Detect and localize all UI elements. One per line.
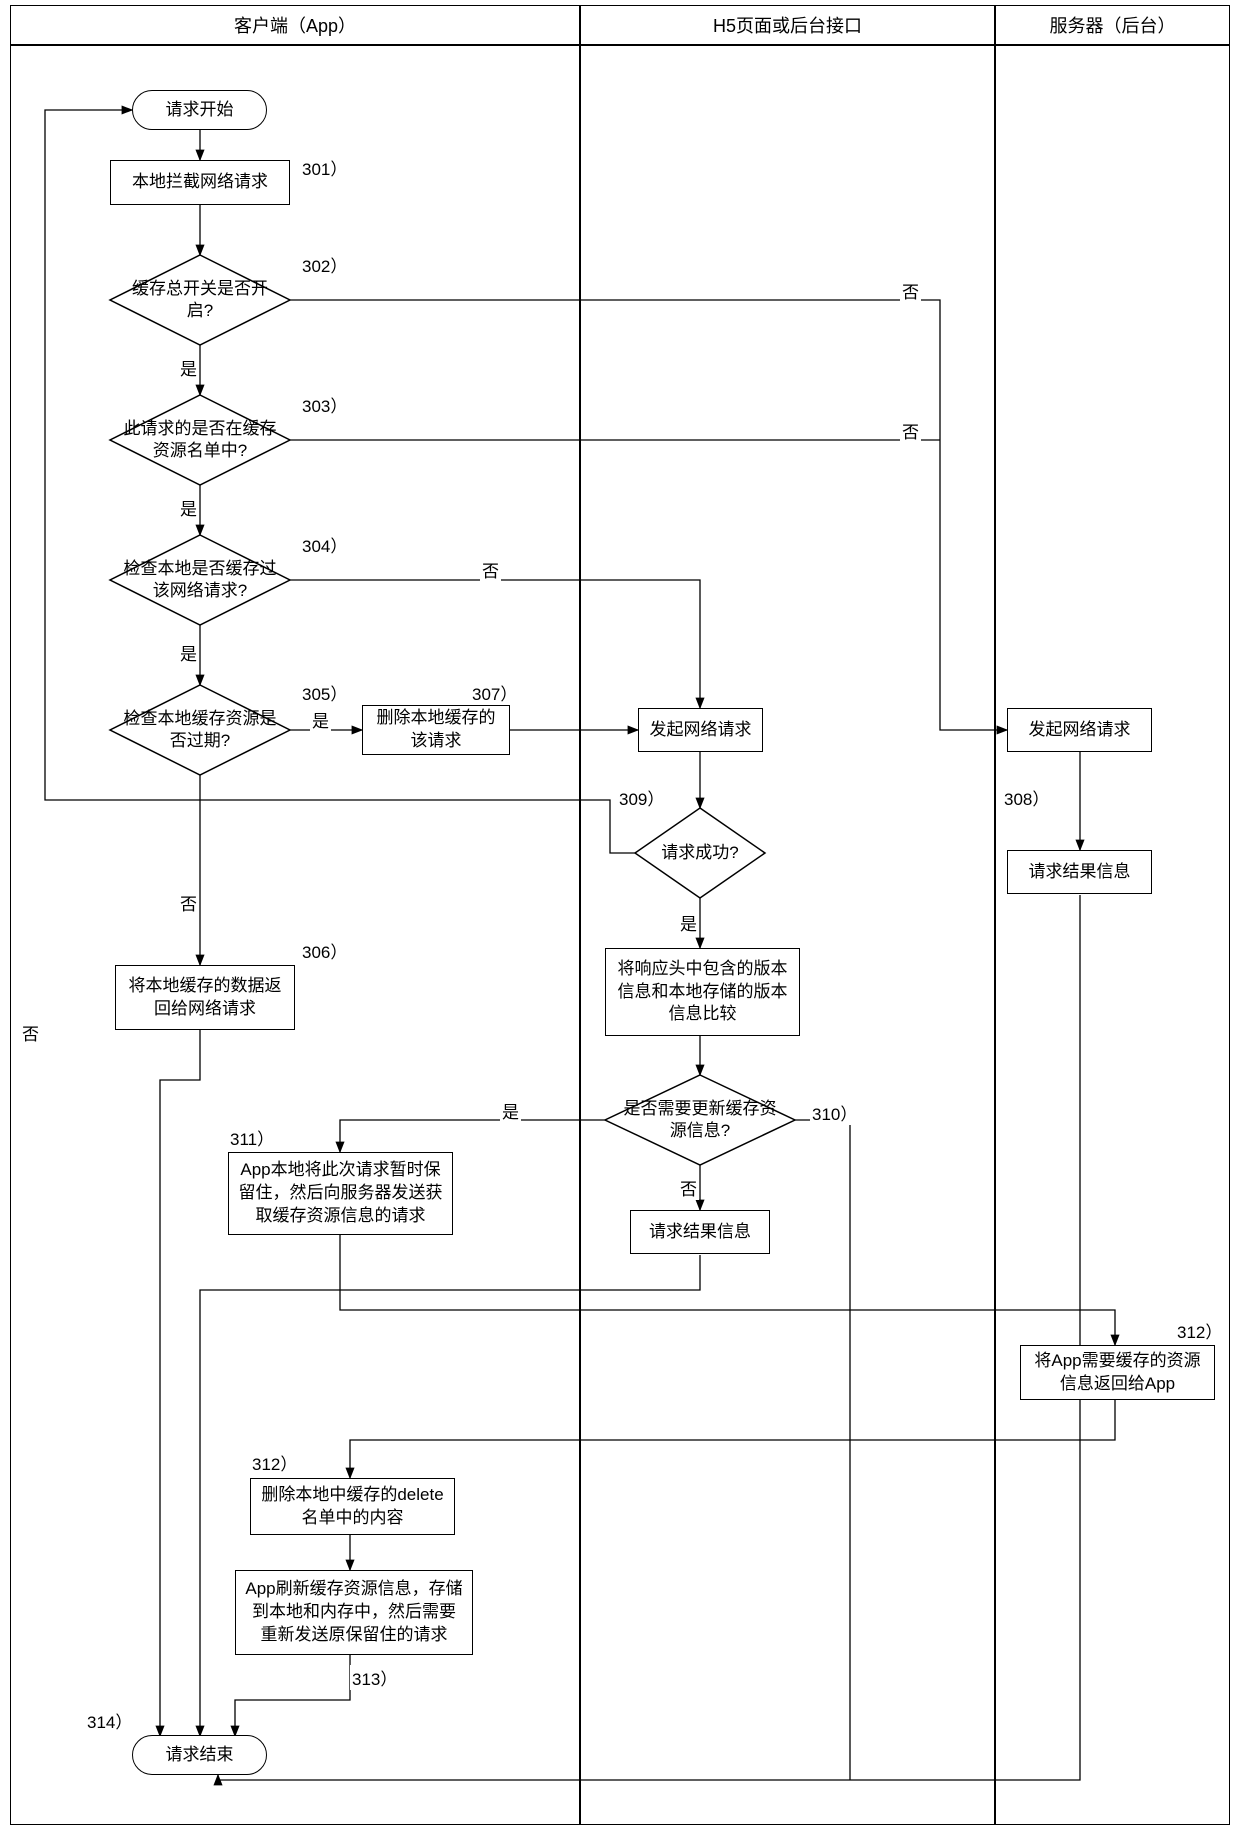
n306-text: 将本地缓存的数据返回给网络请求 — [124, 975, 286, 1021]
lane-header-h5: H5页面或后台接口 — [580, 5, 995, 45]
step-l3-result: 请求结果信息 — [1007, 850, 1152, 894]
lane-body-h5 — [580, 45, 995, 1825]
n302-text: 缓存总开关是否开启? — [110, 278, 290, 322]
step-label-312a: 312） — [1175, 1318, 1224, 1343]
decision-303: 此请求的是否在缓存资源名单中? — [110, 395, 290, 485]
n308-l3-result-text: 请求结果信息 — [1029, 861, 1131, 884]
n310-text: 是否需要更新缓存资源信息? — [605, 1098, 795, 1142]
edge-304-no: 否 — [480, 557, 501, 582]
step-label-309: 309） — [617, 785, 666, 810]
n308-l2-text: 发起网络请求 — [650, 719, 752, 742]
step-label-307: 307） — [470, 680, 519, 705]
edge-305-no: 否 — [178, 890, 199, 915]
ncompare-text: 将响应头中包含的版本信息和本地存储的版本信息比较 — [614, 958, 791, 1027]
terminator-end: 请求结束 — [132, 1735, 267, 1775]
n309-text: 请求成功? — [649, 842, 750, 864]
step-label-308: 308） — [1002, 785, 1051, 810]
n313-text: App刷新缓存资源信息，存储到本地和内存中，然后需要重新发送原保留住的请求 — [244, 1578, 464, 1647]
start-label: 请求开始 — [166, 99, 234, 122]
step-label-312b: 312） — [250, 1450, 299, 1475]
step-l3-request: 发起网络请求 — [1007, 708, 1152, 752]
edge-309-no: 否 — [20, 1020, 41, 1045]
n311-text: App本地将此次请求暂时保留住，然后向服务器发送获取缓存资源信息的请求 — [237, 1159, 444, 1228]
n303-text: 此请求的是否在缓存资源名单中? — [110, 418, 290, 462]
step-l2-request: 发起网络请求 — [638, 708, 763, 752]
step-312-server: 将App需要缓存的资源信息返回给App — [1020, 1345, 1215, 1400]
lane-server-label: 服务器（后台） — [1050, 12, 1176, 38]
step-label-306: 306） — [300, 938, 349, 963]
edge-303-no: 否 — [900, 418, 921, 443]
lane-body-client — [10, 45, 580, 1825]
decision-302: 缓存总开关是否开启? — [110, 255, 290, 345]
decision-304: 检查本地是否缓存过该网络请求? — [110, 535, 290, 625]
step-label-305: 305） — [300, 680, 349, 705]
edge-310-no: 否 — [678, 1175, 699, 1200]
step-compare: 将响应头中包含的版本信息和本地存储的版本信息比较 — [605, 948, 800, 1036]
step-301: 本地拦截网络请求 — [110, 160, 290, 205]
step-label-304: 304） — [300, 532, 349, 557]
n308-l3-text: 发起网络请求 — [1029, 719, 1131, 742]
edge-304-yes: 是 — [178, 640, 199, 665]
lane-header-client: 客户端（App） — [10, 5, 580, 45]
edge-302-yes: 是 — [178, 355, 199, 380]
edge-309-yes: 是 — [678, 910, 699, 935]
decision-309: 请求成功? — [635, 808, 765, 898]
step-313: App刷新缓存资源信息，存储到本地和内存中，然后需要重新发送原保留住的请求 — [235, 1570, 473, 1655]
step-label-303: 303） — [300, 392, 349, 417]
step-310-result: 请求结果信息 — [630, 1210, 770, 1254]
n307-text: 删除本地缓存的该请求 — [371, 707, 501, 753]
step-label-301: 301） — [300, 155, 349, 180]
flowchart-canvas: 客户端（App） H5页面或后台接口 服务器（后台） — [0, 0, 1240, 1833]
n301-text: 本地拦截网络请求 — [132, 171, 268, 194]
n305-text: 检查本地缓存资源是否过期? — [110, 708, 290, 752]
n304-text: 检查本地是否缓存过该网络请求? — [110, 558, 290, 602]
step-label-314: 314） — [85, 1708, 134, 1733]
n310-result-text: 请求结果信息 — [649, 1221, 751, 1244]
end-label: 请求结束 — [166, 1744, 234, 1767]
lane-client-label: 客户端（App） — [234, 12, 356, 38]
edge-310-yes: 是 — [500, 1098, 521, 1123]
n312-l1-text: 删除本地中缓存的delete名单中的内容 — [259, 1484, 446, 1530]
n312-l3-text: 将App需要缓存的资源信息返回给App — [1029, 1350, 1206, 1396]
step-label-302: 302） — [300, 252, 349, 277]
edge-303-yes: 是 — [178, 495, 199, 520]
step-label-311: 311） — [228, 1125, 276, 1150]
decision-310: 是否需要更新缓存资源信息? — [605, 1075, 795, 1165]
step-311: App本地将此次请求暂时保留住，然后向服务器发送获取缓存资源信息的请求 — [228, 1152, 453, 1235]
terminator-start: 请求开始 — [132, 90, 267, 130]
lane-body-server — [995, 45, 1230, 1825]
step-306: 将本地缓存的数据返回给网络请求 — [115, 965, 295, 1030]
step-312-client: 删除本地中缓存的delete名单中的内容 — [250, 1478, 455, 1535]
edge-305-yes: 是 — [310, 707, 331, 732]
step-307: 删除本地缓存的该请求 — [362, 705, 510, 755]
decision-305: 检查本地缓存资源是否过期? — [110, 685, 290, 775]
lane-h5-label: H5页面或后台接口 — [713, 12, 862, 38]
step-label-310: 310） — [810, 1100, 859, 1125]
edge-302-no: 否 — [900, 278, 921, 303]
lane-header-server: 服务器（后台） — [995, 5, 1230, 45]
step-label-313: 313） — [350, 1665, 399, 1690]
